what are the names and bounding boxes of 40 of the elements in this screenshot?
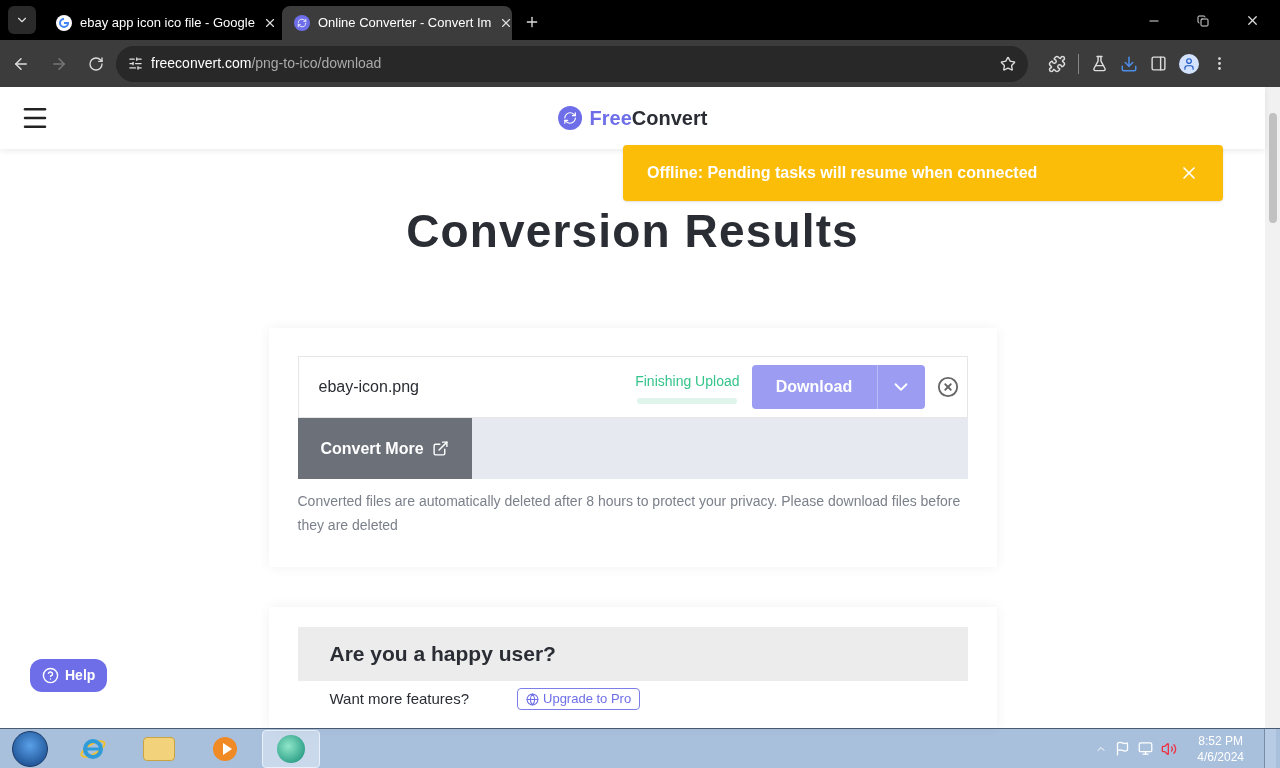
bookmark-star-icon[interactable] [1000, 55, 1016, 72]
reload-icon[interactable] [88, 55, 104, 72]
tab-title: ebay app icon ico file - Google [80, 14, 255, 33]
flask-icon[interactable] [1091, 55, 1108, 72]
clock-time: 8:52 PM [1198, 732, 1243, 749]
sync-logo-icon [294, 15, 310, 31]
globe-icon [526, 692, 539, 706]
tab-search-button[interactable] [8, 6, 36, 34]
external-link-icon [431, 440, 449, 457]
feedback-heading: Are you a happy user? [329, 641, 556, 668]
profile-avatar[interactable] [1179, 53, 1199, 74]
upload-status: Finishing Upload [635, 371, 740, 391]
file-name: ebay-icon.png [318, 377, 420, 397]
feature-prompt: Want more features? [329, 688, 469, 709]
address-bar[interactable]: freeconvert.com/png-to-ico/download [116, 45, 1028, 82]
scrollbar[interactable] [1265, 87, 1280, 728]
side-panel-icon[interactable] [1150, 55, 1167, 72]
browser-tab[interactable]: ebay app icon ico file - Google [44, 6, 274, 40]
remove-icon[interactable] [936, 376, 959, 398]
help-icon [42, 667, 59, 684]
site-settings-icon[interactable] [128, 56, 143, 71]
logo-icon [557, 106, 582, 130]
start-button[interactable] [12, 730, 48, 767]
clock-date: 4/6/2024 [1197, 748, 1244, 765]
google-logo-icon [56, 15, 72, 31]
toast-message: Offline: Pending tasks will resume when connected [647, 163, 1039, 183]
browser-tab[interactable]: Online Converter - Convert Im [282, 6, 512, 40]
upgrade-button[interactable]: Upgrade to Pro [517, 688, 641, 710]
extensions-icon[interactable] [1048, 54, 1066, 73]
convert-more-button[interactable]: Convert More [297, 418, 472, 479]
page-title: Conversion Results [405, 204, 860, 259]
new-tab-icon[interactable] [524, 14, 540, 30]
site-logo[interactable]: FreeConvert [589, 103, 708, 133]
tab-title: Online Converter - Convert Im [318, 14, 492, 33]
close-icon[interactable] [1245, 13, 1260, 28]
download-icon[interactable] [1120, 54, 1138, 73]
help-button[interactable]: Help [30, 659, 108, 692]
privacy-notice: Converted files are automatically deleted after 8 hours to protect your privacy. Please download files before they are deleted [297, 492, 962, 535]
restore-icon[interactable] [1197, 14, 1209, 27]
url-text: freeconvert.com/png-to-ico/download [151, 54, 382, 73]
